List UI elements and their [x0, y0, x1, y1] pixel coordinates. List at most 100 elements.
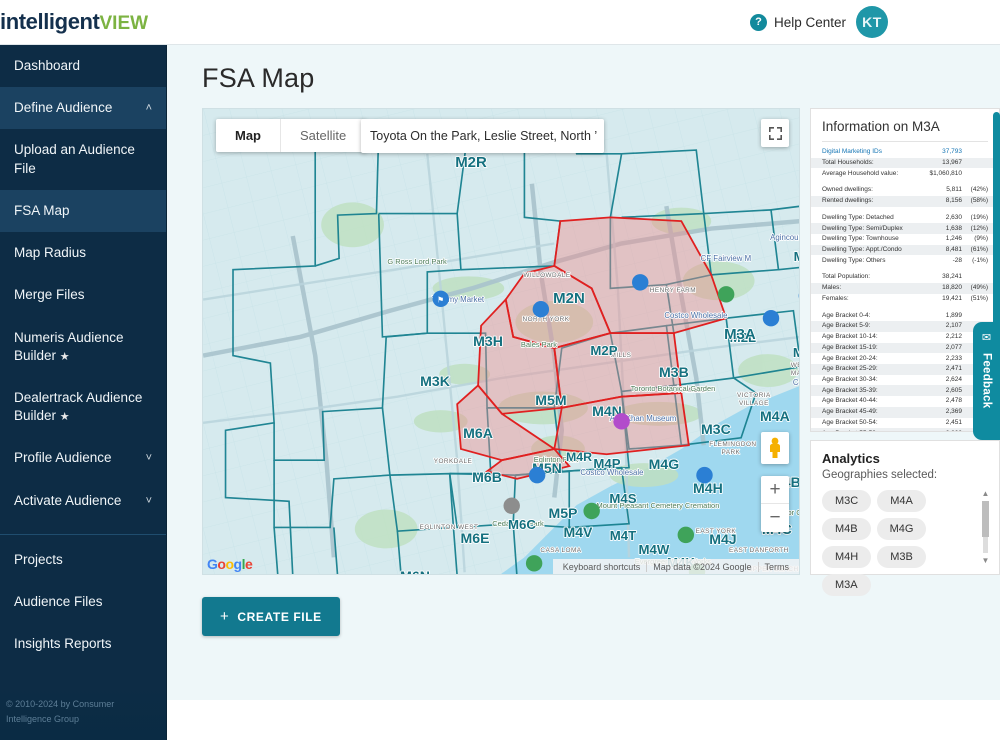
info-row: Age Bracket 25-29: 2,471 [811, 363, 999, 375]
sidebar-item-profile-audience[interactable]: Profile Audience ˅ [0, 437, 166, 479]
terms-link[interactable]: Terms [759, 562, 796, 572]
map-fsa-label: M4W [639, 542, 670, 557]
geography-chip[interactable]: M4A [877, 490, 926, 512]
sidebar-item-dashboard[interactable]: Dashboard [0, 45, 166, 87]
map-type-control[interactable]: Map Satellite [216, 119, 367, 152]
analytics-title: Analytics [822, 451, 880, 466]
sidebar-item-label: Dashboard [14, 58, 81, 73]
info-row-percent: (42%) [970, 186, 988, 194]
page-title: FSA Map [202, 63, 315, 93]
map-zoom-control[interactable]: + − [761, 476, 789, 532]
help-center-button[interactable]: ? Help Center [749, 13, 846, 31]
map-fsa-label: M6E [461, 530, 490, 546]
map-fsa-label: M4S [609, 491, 636, 506]
info-row: Age Bracket 50-54:2,451(6%) [811, 418, 999, 429]
info-row: Age Bracket 20-24: 2,233 [811, 353, 999, 364]
info-row-label: Age Bracket 40-44: [822, 397, 878, 405]
info-row-label: Total Households: [822, 159, 874, 167]
sidebar-item-define-audience[interactable]: Define Audience ˄ [0, 87, 166, 130]
info-row-value: -28 [952, 256, 962, 264]
sidebar-item-dealertrack-audience-builder[interactable]: Dealertrack Audience Builder ★ [0, 377, 166, 437]
map-fsa-label: M3H [473, 333, 503, 349]
map-fsa-label: M4V [563, 524, 593, 540]
sidebar-item-projects[interactable]: Projects [0, 539, 166, 581]
info-row-percent: (-1%) [972, 256, 988, 264]
map-search-input[interactable]: Toyota On the Park, Leslie Street, North… [361, 119, 604, 153]
info-row: Dwelling Type: Detached 2,630 (19%) [811, 213, 999, 224]
map-park-label: G Ross Lord Park [387, 257, 447, 266]
geography-chip[interactable]: M4G [876, 518, 927, 540]
map-fsa-label: M5P [548, 505, 577, 521]
scroll-up-arrow-icon[interactable]: ▲ [982, 489, 990, 498]
zoom-in-button[interactable]: + [761, 476, 789, 504]
star-icon: ★ [59, 411, 70, 424]
sidebar-item-upload-audience-file[interactable]: Upload an Audience File [0, 129, 166, 189]
info-row-label: Age Bracket 5-9: [822, 322, 871, 330]
info-row-value: 1,246 [945, 235, 962, 243]
create-file-button[interactable]: + CREATE FILE [202, 597, 340, 636]
info-row-value: 2,077 [945, 343, 962, 351]
sidebar-item-label: FSA Map [14, 202, 70, 218]
map-fsa-label: M3B [659, 364, 689, 380]
page-bottom-strip [167, 700, 1000, 740]
fullscreen-icon[interactable] [761, 119, 789, 147]
geography-chip[interactable]: M4H [822, 546, 872, 568]
keyboard-shortcuts-link[interactable]: Keyboard shortcuts [557, 561, 648, 572]
geography-chip[interactable]: M3C [822, 490, 872, 512]
map-poi-label: Costco Wholesale [664, 311, 727, 320]
sidebar-item-numeris-audience-builder[interactable]: Numeris Audience Builder ★ [0, 317, 166, 377]
sidebar-item-fsa-map[interactable]: FSA Map [0, 189, 166, 233]
sidebar-item-audience-files[interactable]: Audience Files [0, 581, 166, 623]
sidebar-item-merge-files[interactable]: Merge Files [0, 274, 166, 316]
info-row-value: $1,060,810 [929, 169, 962, 177]
street-view-pegman-icon[interactable] [761, 432, 789, 464]
geography-chip[interactable]: M4B [822, 518, 871, 540]
feedback-chat-icon: ✉ [981, 332, 992, 344]
fsa-map[interactable]: WILLOWDALENORTH YORKHENRY FARMSCARBOROUG… [202, 108, 800, 575]
geography-chip[interactable]: M3A [822, 574, 871, 596]
info-row-label: Age Bracket 25-29: [822, 365, 878, 373]
sidebar-item-label: Merge Files [14, 287, 85, 303]
info-row: Males: 18,820 (49%) [811, 282, 999, 294]
scroll-down-arrow-icon[interactable]: ▼ [982, 556, 990, 565]
info-row: Age Bracket 40-44: 2,478 [811, 396, 999, 407]
sidebar-item-activate-audience[interactable]: Activate Audience ˅ [0, 480, 166, 522]
info-row: Age Bracket 0-4: 1,899 [811, 310, 999, 321]
info-row-label: Age Bracket 45-49: [822, 408, 878, 416]
feedback-tab[interactable]: ✉ Feedback [973, 322, 1000, 440]
map-fsa-label: M5M [535, 392, 566, 408]
info-row: Dwelling Type: Others -28 (-1%) [811, 255, 999, 266]
map-neighbourhood-label: FLEMINGDON [709, 441, 756, 448]
info-row-percent [962, 148, 988, 156]
map-neighbourhood-label: VICTORIA [737, 392, 771, 399]
main-content: FSA Map WILLOWDALE NORTH YORK HENRY FARM… [167, 45, 1000, 700]
zoom-out-button[interactable]: − [761, 504, 789, 532]
question-circle-icon: ? [749, 13, 767, 31]
geography-chip[interactable]: M3B [877, 546, 926, 568]
map-poi-label: CF Fairview M [701, 254, 751, 263]
analytics-scrollbar[interactable]: ▲ ▼ [979, 489, 992, 565]
map-fsa-label: M6C [508, 517, 536, 532]
user-avatar[interactable]: KT [856, 6, 888, 38]
info-row-value: 2,605 [945, 386, 962, 394]
map-type-satellite-button[interactable]: Satellite [281, 119, 367, 152]
map-poi-label: Costco Business Centre [793, 378, 800, 387]
logo-text-secondary: VIEW [99, 13, 149, 34]
info-row-label: Age Bracket 30-34: [822, 375, 878, 383]
map-neighbourhood-label: PARK [722, 449, 741, 456]
info-row-label: Dwelling Type: Others [822, 256, 886, 264]
sidebar-item-map-radius[interactable]: Map Radius [0, 232, 166, 274]
sidebar-item-insights-reports[interactable]: Insights Reports [0, 623, 166, 665]
map-fsa-label: M6A [463, 425, 493, 441]
sidebar-item-label: Define Audience [14, 100, 113, 116]
info-row-percent: (49%) [970, 284, 988, 292]
map-attribution: Keyboard shortcuts Map data ©2024 Google… [552, 559, 799, 574]
map-type-map-button[interactable]: Map [216, 119, 281, 152]
info-row-label: Dwelling Type: Semi/Duplex [822, 224, 903, 232]
info-row-value: 5,811 [946, 186, 962, 194]
info-row-value: 18,820 [942, 284, 962, 292]
map-neighbourhood-label: WEXFORD/ [791, 362, 800, 369]
info-row: Age Bracket 5-9: 2,107 [811, 321, 999, 332]
info-row: Age Bracket 55-59:2,803(7%) [811, 428, 999, 431]
information-rows: Digital Marketing IDs 37,793 Total Househo… [811, 147, 999, 431]
